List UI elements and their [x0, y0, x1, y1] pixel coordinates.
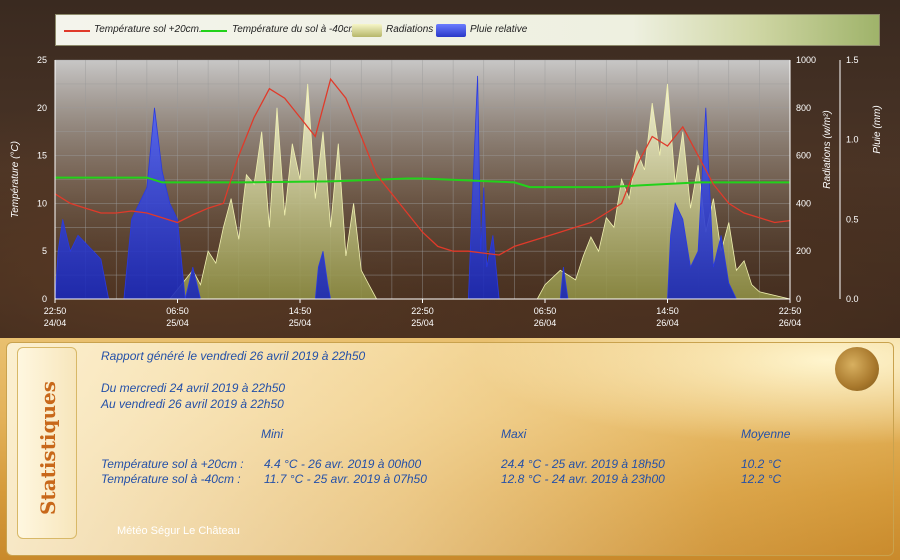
y-right2-tick-label: 1.0 — [846, 135, 859, 145]
y-right1-tick-label: 800 — [796, 103, 811, 113]
x-tick-date: 26/04 — [779, 318, 802, 328]
y-right2-tick-label: 0.5 — [846, 214, 859, 224]
hay-bale-image — [835, 347, 879, 391]
y-left-tick-label: 15 — [37, 151, 47, 161]
x-tick-time: 22:50 — [411, 306, 434, 316]
x-tick-date: 24/04 — [44, 318, 67, 328]
stats-frame: Statistiques Rapport généré le vendredi … — [6, 342, 894, 556]
x-tick-date: 25/04 — [289, 318, 312, 328]
weather-report: Température sol +20cm. Température du so… — [0, 0, 900, 560]
chart-panel: Température sol +20cm. Température du so… — [0, 0, 900, 338]
x-tick-time: 22:50 — [44, 306, 67, 316]
x-tick-time: 06:50 — [166, 306, 189, 316]
row-moyenne-temp40: 12.2 °C — [741, 472, 782, 486]
y-right2-axis-title: Pluie (mm) — [872, 105, 883, 153]
row-label-temp20: Température sol à +20cm : — [101, 457, 244, 471]
y-right2-tick-label: 1.5 — [846, 55, 859, 65]
row-maxi-temp20: 24.4 °C - 25 avr. 2019 à 18h50 — [501, 457, 665, 471]
column-header-moyenne: Moyenne — [741, 427, 791, 441]
x-tick-date: 25/04 — [166, 318, 189, 328]
report-generated-line: Rapport généré le vendredi 26 avril 2019… — [101, 349, 366, 363]
row-maxi-temp40: 12.8 °C - 24 avr. 2019 à 23h00 — [501, 472, 665, 486]
x-tick-date: 25/04 — [411, 318, 434, 328]
y-left-tick-label: 0 — [42, 294, 47, 304]
x-tick-date: 26/04 — [534, 318, 557, 328]
y-right1-tick-label: 200 — [796, 246, 811, 256]
y-right1-tick-label: 1000 — [796, 55, 816, 65]
y-right1-axis-title: Radiations (w/m²) — [822, 110, 833, 188]
row-moyenne-temp20: 10.2 °C — [741, 457, 782, 471]
y-right2-tick-label: 0.0 — [846, 294, 859, 304]
column-header-maxi: Maxi — [501, 427, 527, 441]
stats-tab-label: Statistiques — [36, 380, 60, 516]
x-tick-date: 26/04 — [656, 318, 679, 328]
stats-tab: Statistiques — [17, 347, 77, 539]
x-tick-time: 14:50 — [289, 306, 312, 316]
column-header-mini: Mini — [261, 427, 284, 441]
y-right1-tick-label: 600 — [796, 151, 811, 161]
chart-svg: 0 5 10 15 20 25 0 200 400 600 800 1000 0.0 0.5 1.0 1.5 2… — [10, 55, 883, 328]
y-left-tick-label: 5 — [42, 246, 47, 256]
row-mini-temp40: 11.7 °C - 25 avr. 2019 à 07h50 — [264, 472, 427, 486]
period-from-line: Du mercredi 24 avril 2019 à 22h50 — [101, 381, 286, 395]
y-left-tick-label: 25 — [37, 55, 47, 65]
y-right1-tick-label: 0 — [796, 294, 801, 304]
stats-panel: Statistiques Rapport généré le vendredi … — [0, 338, 900, 560]
x-tick-time: 22:50 — [779, 306, 802, 316]
y-left-axis-title: Température (°C) — [10, 141, 21, 218]
row-label-temp40: Température sol à -40cm : — [101, 472, 241, 486]
y-left-tick-label: 20 — [37, 103, 47, 113]
y-right1-tick-label: 400 — [796, 198, 811, 208]
x-tick-time: 14:50 — [656, 306, 679, 316]
period-to-line: Au vendredi 26 avril 2019 à 22h50 — [101, 397, 284, 411]
x-tick-time: 06:50 — [534, 306, 557, 316]
y-left-tick-label: 10 — [37, 198, 47, 208]
row-mini-temp20: 4.4 °C - 26 avr. 2019 à 00h00 — [264, 457, 422, 471]
station-footer: Météo Ségur Le Château — [117, 525, 240, 537]
